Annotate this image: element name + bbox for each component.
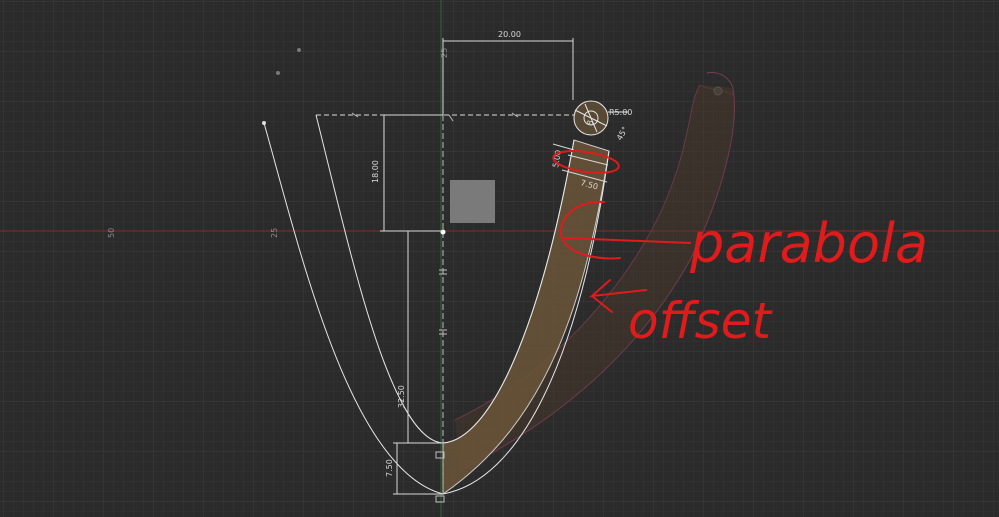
annotation-parabola: parabola — [689, 212, 928, 275]
sketch-canvas[interactable]: 50 25 25 20.00 18.00 32.50 7.50 R5.00 45… — [0, 0, 999, 517]
annotation-offset: offset — [628, 292, 773, 350]
sketch-point[interactable] — [276, 71, 280, 75]
axis-label-y-25: 25 — [440, 48, 449, 58]
dimension-center-height-label[interactable]: 32.50 — [397, 385, 406, 408]
axis-label-x-25: 25 — [270, 228, 279, 238]
axis-label-x-50: 50 — [107, 228, 116, 238]
origin-marker-square — [450, 180, 495, 223]
origin-point[interactable] — [440, 229, 446, 235]
dimension-radius-label[interactable]: R5.00 — [609, 108, 632, 117]
dimension-left-height-label[interactable]: 18.00 — [371, 160, 380, 183]
dimension-bottom-height-label[interactable]: 7.50 — [385, 459, 394, 477]
sketch-point[interactable] — [297, 48, 301, 52]
dimension-top-width-label[interactable]: 20.00 — [498, 30, 521, 39]
